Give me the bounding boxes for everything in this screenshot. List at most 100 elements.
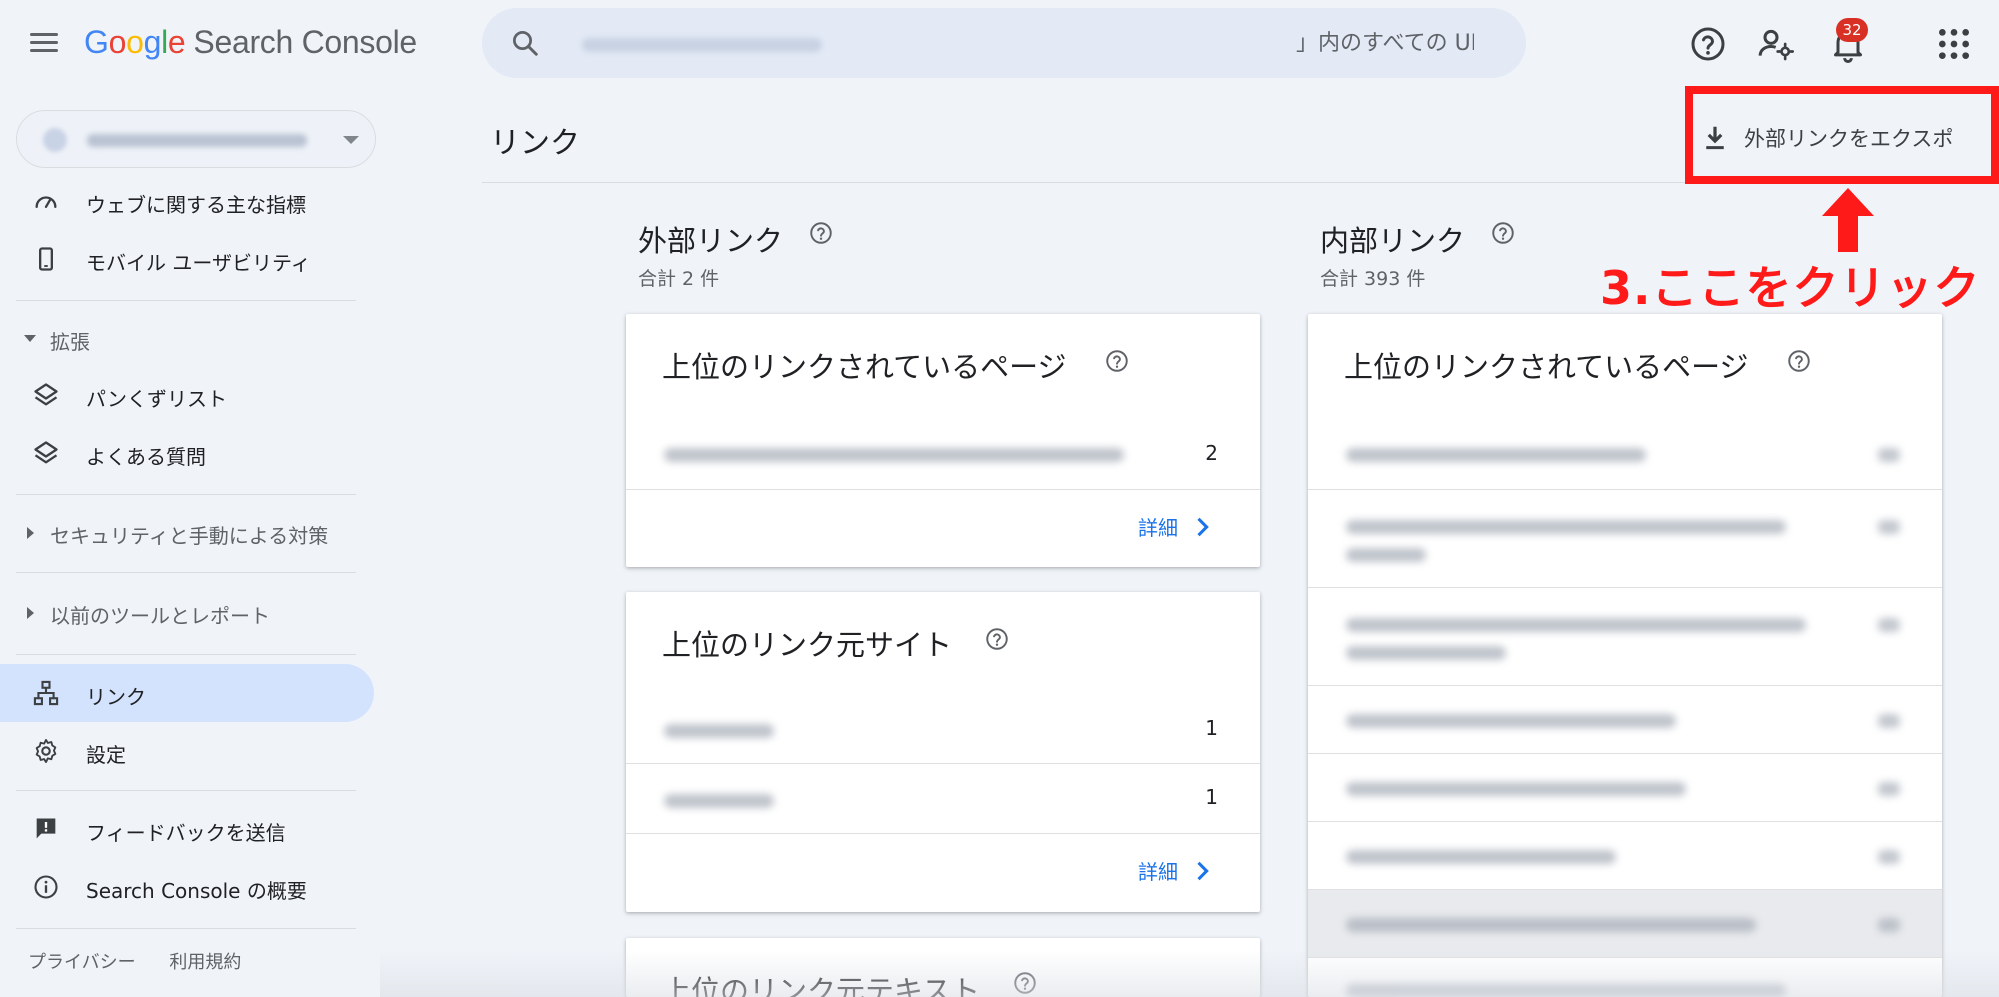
top-app-bar: GoogleSearch Console 32 [0, 0, 1999, 90]
help-circle-icon [1691, 27, 1725, 61]
menu-icon-bar [30, 41, 58, 44]
details-label: 詳細 [1138, 860, 1178, 884]
card-title: 上位のリンクされているページ [662, 350, 1067, 384]
table-row[interactable] [1308, 754, 1942, 822]
caret-down-icon [24, 335, 36, 342]
table-row[interactable] [1308, 588, 1942, 686]
google-apps-button[interactable] [1934, 24, 1974, 64]
sidebar-divider [16, 494, 356, 495]
table-row[interactable] [1308, 890, 1942, 958]
sidebar-divider [16, 572, 356, 573]
redacted-count [1878, 520, 1900, 534]
link-count: 1 [1205, 785, 1218, 809]
help-circle-icon[interactable] [1012, 970, 1038, 996]
privacy-link[interactable]: プライバシー [28, 952, 136, 973]
sidebar-item-label: よくある質問 [86, 445, 206, 469]
details-link[interactable]: 詳細 [1138, 512, 1216, 541]
section-label: セキュリティと手動による対策 [50, 524, 329, 548]
sidebar-section-enhancements[interactable]: 拡張 [0, 318, 375, 358]
url-inspection-search[interactable] [482, 8, 1526, 78]
smartphone-icon [32, 245, 60, 273]
sidebar-item-settings[interactable]: 設定 [0, 722, 375, 780]
table-row[interactable] [1308, 686, 1942, 754]
product-name: Search Console [193, 24, 417, 60]
layers-icon [32, 381, 60, 409]
sidebar-item-label: リンク [86, 685, 146, 709]
search-icon [510, 28, 540, 58]
external-links-help-icon[interactable] [808, 220, 834, 246]
info-icon [32, 873, 60, 901]
redacted-site [664, 794, 774, 808]
table-row[interactable]: 1 [626, 764, 1260, 834]
sidebar-item-breadcrumbs[interactable]: パンくずリスト [0, 366, 375, 424]
sidebar-divider [16, 654, 356, 655]
main-menu-button[interactable] [26, 28, 62, 64]
redacted-url [1346, 782, 1686, 796]
help-button[interactable] [1688, 24, 1728, 64]
redacted-url [1346, 548, 1426, 562]
table-row[interactable] [1308, 958, 1942, 997]
table-row[interactable]: 1 [626, 694, 1260, 764]
table-row[interactable] [1308, 418, 1942, 490]
logo-letter: e [167, 24, 186, 60]
sidebar-item-faq[interactable]: よくある質問 [0, 424, 375, 482]
redacted-count [1878, 618, 1900, 632]
notification-count-badge: 32 [1836, 18, 1868, 42]
sidebar-section-legacy-tools[interactable]: 以前のツールとレポート [0, 592, 375, 632]
external-links-title: 外部リンク [638, 224, 784, 258]
redacted-count [1878, 850, 1900, 864]
sidebar-navigation: ウェブに関する主な指標 モバイル ユーザビリティ 拡張 パンくずリスト よくある… [0, 90, 376, 997]
gauge-icon [32, 187, 60, 215]
logo-letter: l [161, 24, 168, 60]
card-title: 上位のリンク元サイト [662, 628, 953, 662]
details-link[interactable]: 詳細 [1138, 856, 1216, 885]
header-divider [482, 182, 1999, 183]
help-circle-icon[interactable] [1786, 348, 1812, 374]
download-icon [1706, 126, 1724, 150]
menu-icon-bar [30, 49, 58, 52]
card-title: 上位のリンクされているページ [1344, 350, 1749, 384]
feedback-icon [32, 815, 60, 843]
menu-icon-bar [30, 33, 58, 36]
redacted-property-name [87, 134, 307, 147]
logo-letter: o [108, 24, 127, 60]
help-circle-icon[interactable] [984, 626, 1010, 652]
search-console-logo[interactable]: Google Search Console [84, 24, 417, 61]
logo-letter: g [143, 24, 162, 60]
redacted-count [1878, 714, 1900, 728]
sidebar-item-links[interactable]: リンク [0, 664, 374, 722]
gear-icon [32, 737, 60, 765]
sidebar-item-label: 設定 [86, 743, 126, 767]
redacted-count [1878, 448, 1900, 462]
sidebar-item-about[interactable]: Search Console の概要 [0, 858, 375, 916]
redacted-count [1878, 782, 1900, 796]
help-circle-icon[interactable] [1104, 348, 1130, 374]
table-row[interactable] [1308, 490, 1942, 588]
internal-links-help-icon[interactable] [1490, 220, 1516, 246]
account-settings-button[interactable] [1756, 24, 1796, 64]
url-inspection-input[interactable] [574, 22, 1474, 64]
sidebar-item-core-web-vitals[interactable]: ウェブに関する主な指標 [0, 172, 375, 230]
sidebar-item-send-feedback[interactable]: フィードバックを送信 [0, 800, 375, 858]
chevron-down-icon [343, 136, 359, 144]
link-count: 1 [1205, 716, 1218, 740]
external-links-total: 合計 2 件 [638, 268, 720, 290]
apps-grid-icon [1939, 29, 1969, 59]
manage-accounts-icon [1758, 29, 1794, 61]
sidebar-divider [16, 928, 356, 929]
sidebar-footer: プライバシー 利用規約 [28, 948, 269, 974]
caret-right-icon [27, 607, 34, 619]
terms-link[interactable]: 利用規約 [169, 952, 241, 973]
table-row[interactable]: 2 [626, 418, 1260, 490]
export-external-links-button[interactable]: 外部リンクをエクスポ [1700, 118, 1953, 158]
sidebar-item-mobile-usability[interactable]: モバイル ユーザビリティ [0, 230, 375, 288]
sidebar-section-security[interactable]: セキュリティと手動による対策 [0, 512, 375, 552]
logo-letter: o [126, 24, 144, 60]
property-selector[interactable] [16, 110, 376, 168]
details-label: 詳細 [1138, 516, 1178, 540]
sidebar-item-label: ウェブに関する主な指標 [86, 193, 306, 217]
export-button-label: 外部リンクをエクスポ [1744, 127, 1954, 151]
sidebar-item-label: パンくずリスト [86, 387, 227, 411]
redacted-url [1346, 984, 1786, 997]
table-row[interactable] [1308, 822, 1942, 890]
